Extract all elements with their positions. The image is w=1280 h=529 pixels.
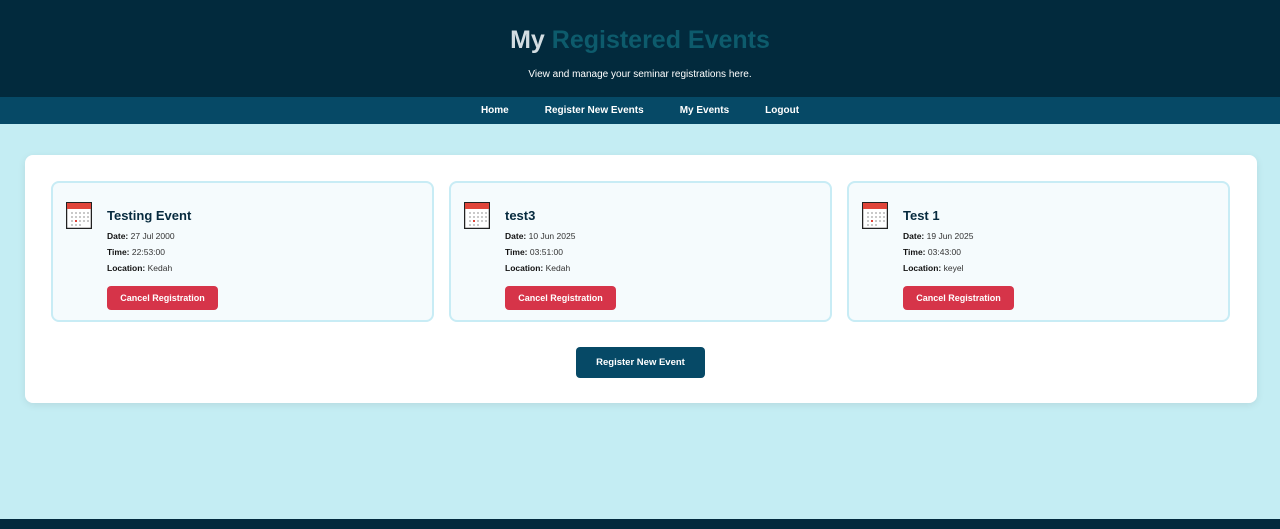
event-card: Test 1 Date: 19 Jun 2025 Time: 03:43:00 … <box>847 181 1230 322</box>
event-title: Test 1 <box>903 208 940 223</box>
event-date: Date: 10 Jun 2025 <box>505 231 576 241</box>
event-card: test3 Date: 10 Jun 2025 Time: 03:51:00 L… <box>449 181 832 322</box>
cancel-registration-button[interactable]: Cancel Registration <box>107 286 218 310</box>
page-subtitle: View and manage your seminar registratio… <box>528 69 752 80</box>
calendar-icon <box>66 202 92 229</box>
event-location: Location: Kedah <box>505 263 571 273</box>
event-location: Location: Kedah <box>107 263 173 273</box>
event-location: Location: keyel <box>903 263 964 273</box>
event-title: Testing Event <box>107 208 192 223</box>
cancel-registration-button[interactable]: Cancel Registration <box>505 286 616 310</box>
page-title: My Registered Events <box>0 24 1280 56</box>
event-date: Date: 19 Jun 2025 <box>903 231 974 241</box>
event-time: Time: 22:53:00 <box>107 247 165 257</box>
page-footer <box>0 519 1280 529</box>
page-header: My Registered Events View and manage you… <box>0 0 1280 97</box>
event-time: Time: 03:51:00 <box>505 247 563 257</box>
register-new-event-button[interactable]: Register New Event <box>576 347 705 378</box>
calendar-icon <box>862 202 888 229</box>
events-panel: Testing Event Date: 27 Jul 2000 Time: 22… <box>25 155 1257 403</box>
event-title: test3 <box>505 208 536 223</box>
nav-home[interactable]: Home <box>481 97 509 124</box>
cancel-registration-button[interactable]: Cancel Registration <box>903 286 1014 310</box>
event-card: Testing Event Date: 27 Jul 2000 Time: 22… <box>51 181 434 322</box>
page-title-part1: My <box>510 26 545 54</box>
calendar-icon <box>464 202 490 229</box>
event-date: Date: 27 Jul 2000 <box>107 231 175 241</box>
page-title-part2: Registered Events <box>551 26 770 54</box>
nav-my-events[interactable]: My Events <box>680 97 729 124</box>
nav-register-new-events[interactable]: Register New Events <box>545 97 644 124</box>
event-time: Time: 03:43:00 <box>903 247 961 257</box>
nav-logout[interactable]: Logout <box>765 97 799 124</box>
main-nav: Home Register New Events My Events Logou… <box>0 97 1280 124</box>
